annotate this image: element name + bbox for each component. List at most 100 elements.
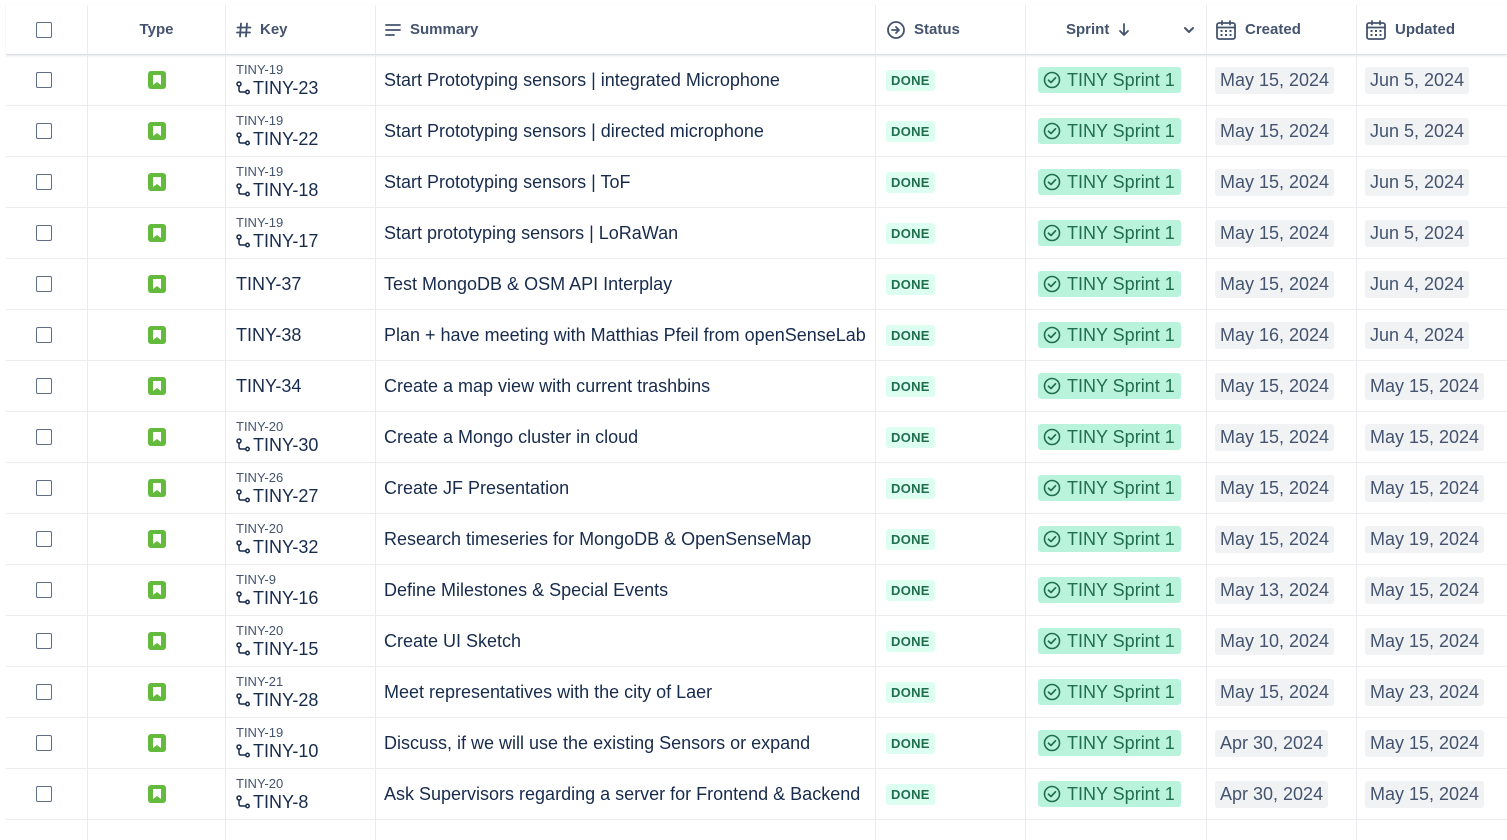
sprint-pill[interactable]: TINY Sprint 1 — [1038, 781, 1181, 807]
status-cell[interactable]: DONE — [876, 259, 1026, 309]
status-lozenge[interactable]: DONE — [886, 630, 935, 652]
table-row[interactable]: TINY-19 TINY-17 Start prototyping sensors … — [6, 208, 1507, 259]
table-row[interactable]: TINY-37 Test MongoDB & OSM API Interplay D… — [6, 259, 1507, 310]
parent-key-link[interactable]: TINY-20 — [236, 624, 318, 637]
sprint-pill[interactable]: TINY Sprint 1 — [1038, 67, 1181, 93]
status-cell[interactable]: DONE — [876, 412, 1026, 462]
parent-key-link[interactable]: TINY-19 — [236, 726, 318, 739]
parent-key-link[interactable]: TINY-19 — [236, 63, 318, 76]
row-checkbox[interactable] — [35, 174, 52, 190]
status-lozenge[interactable]: DONE — [886, 783, 935, 805]
row-checkbox[interactable] — [35, 72, 52, 88]
status-cell[interactable]: DONE — [876, 667, 1026, 717]
summary-text[interactable]: Create a map view with current trashbins — [384, 376, 710, 397]
summary-cell[interactable]: Define Milestones & Special Events — [376, 565, 876, 615]
summary-text[interactable]: Plan + have meeting with Matthias Pfeil … — [384, 325, 866, 346]
sprint-cell[interactable]: TINY Sprint 1 — [1026, 55, 1207, 105]
sprint-pill[interactable]: TINY Sprint 1 — [1038, 475, 1181, 501]
sprint-pill[interactable]: TINY Sprint 1 — [1038, 628, 1181, 654]
summary-cell[interactable]: Start prototyping sensors | LoRaWan — [376, 208, 876, 258]
issue-key-link[interactable]: TINY-32 — [236, 538, 318, 556]
issue-key-link[interactable]: TINY-27 — [236, 487, 318, 505]
table-row[interactable]: TINY-19 TINY-18 Start Prototyping sensors … — [6, 157, 1507, 208]
status-cell[interactable]: DONE — [876, 55, 1026, 105]
parent-key-link[interactable]: TINY-19 — [236, 165, 318, 178]
summary-text[interactable]: Create UI Sketch — [384, 631, 521, 652]
issue-key-link[interactable]: TINY-30 — [236, 436, 318, 454]
issue-key-link[interactable]: TINY-22 — [236, 130, 318, 148]
sprint-pill[interactable]: TINY Sprint 1 — [1038, 220, 1181, 246]
issue-key-link[interactable]: TINY-38 — [236, 325, 301, 346]
row-checkbox[interactable] — [35, 276, 52, 292]
status-cell[interactable]: DONE — [876, 310, 1026, 360]
sprint-pill[interactable]: TINY Sprint 1 — [1038, 679, 1181, 705]
status-cell[interactable]: DONE — [876, 208, 1026, 258]
issue-key-link[interactable]: TINY-15 — [236, 640, 318, 658]
summary-cell[interactable]: Start Prototyping sensors | directed mic… — [376, 106, 876, 156]
parent-key-link[interactable]: TINY-21 — [236, 675, 318, 688]
status-cell[interactable]: DONE — [876, 514, 1026, 564]
issue-key-link[interactable]: TINY-23 — [236, 79, 318, 97]
sprint-cell[interactable]: TINY Sprint 1 — [1026, 310, 1207, 360]
status-lozenge[interactable]: DONE — [886, 69, 935, 91]
issue-key-link[interactable]: TINY-28 — [236, 691, 318, 709]
arrow-down-icon[interactable] — [1117, 22, 1131, 38]
sprint-pill[interactable]: TINY Sprint 1 — [1038, 271, 1181, 297]
row-checkbox[interactable] — [35, 327, 52, 343]
summary-text[interactable]: Test MongoDB & OSM API Interplay — [384, 274, 672, 295]
sprint-pill[interactable]: TINY Sprint 1 — [1038, 424, 1181, 450]
summary-cell[interactable]: Start Prototyping sensors | ToF — [376, 157, 876, 207]
summary-text[interactable]: Start Prototyping sensors | ToF — [384, 172, 630, 193]
sprint-cell[interactable]: TINY Sprint 1 — [1026, 157, 1207, 207]
summary-cell[interactable]: Meet representatives with the city of La… — [376, 667, 876, 717]
status-cell[interactable]: DONE — [876, 769, 1026, 819]
sprint-cell[interactable]: TINY Sprint 1 — [1026, 565, 1207, 615]
status-lozenge[interactable]: DONE — [886, 477, 935, 499]
table-row[interactable]: TINY-20 TINY-15 Create UI Sketch DONE TINY S… — [6, 616, 1507, 667]
summary-text[interactable]: Create JF Presentation — [384, 478, 569, 499]
parent-key-link[interactable]: TINY-19 — [236, 114, 318, 127]
sprint-cell[interactable]: TINY Sprint 1 — [1026, 259, 1207, 309]
row-checkbox[interactable] — [35, 786, 52, 802]
sprint-cell[interactable]: TINY Sprint 1 — [1026, 616, 1207, 666]
sprint-pill[interactable]: TINY Sprint 1 — [1038, 118, 1181, 144]
summary-text[interactable]: Ask Supervisors regarding a server for F… — [384, 784, 860, 805]
column-header-updated[interactable]: Updated — [1357, 5, 1507, 54]
row-checkbox[interactable] — [35, 735, 52, 751]
summary-cell[interactable]: Ask Supervisors regarding a server for F… — [376, 769, 876, 819]
row-checkbox[interactable] — [35, 531, 52, 547]
column-header-key[interactable]: Key — [226, 5, 376, 54]
table-row[interactable]: TINY-19 TINY-10 Discuss, if we will use th… — [6, 718, 1507, 769]
sprint-cell[interactable]: TINY Sprint 1 — [1026, 106, 1207, 156]
status-cell[interactable]: DONE — [876, 361, 1026, 411]
summary-text[interactable]: Create a Mongo cluster in cloud — [384, 427, 638, 448]
status-cell[interactable]: DONE — [876, 565, 1026, 615]
table-row[interactable]: TINY-19 TINY-22 Start Prototyping sensors … — [6, 106, 1507, 157]
column-header-status[interactable]: Status — [876, 5, 1026, 54]
row-checkbox[interactable] — [35, 429, 52, 445]
summary-cell[interactable]: Create a Mongo cluster in cloud — [376, 412, 876, 462]
sprint-pill[interactable]: TINY Sprint 1 — [1038, 577, 1181, 603]
sprint-cell[interactable]: TINY Sprint 1 — [1026, 718, 1207, 768]
issue-key-link[interactable]: TINY-37 — [236, 274, 301, 295]
table-row[interactable]: TINY-20 TINY-30 Create a Mongo cluster in … — [6, 412, 1507, 463]
status-lozenge[interactable]: DONE — [886, 426, 935, 448]
row-checkbox[interactable] — [35, 684, 52, 700]
status-lozenge[interactable]: DONE — [886, 120, 935, 142]
row-checkbox[interactable] — [35, 582, 52, 598]
issue-key-link[interactable]: TINY-16 — [236, 589, 318, 607]
summary-text[interactable]: Start Prototyping sensors | directed mic… — [384, 121, 764, 142]
column-header-sprint[interactable]: Sprint — [1026, 5, 1207, 54]
status-cell[interactable]: DONE — [876, 157, 1026, 207]
status-lozenge[interactable]: DONE — [886, 324, 935, 346]
status-lozenge[interactable]: DONE — [886, 681, 935, 703]
sprint-cell[interactable]: TINY Sprint 1 — [1026, 412, 1207, 462]
sprint-cell[interactable]: TINY Sprint 1 — [1026, 667, 1207, 717]
sprint-pill[interactable]: TINY Sprint 1 — [1038, 169, 1181, 195]
summary-text[interactable]: Discuss, if we will use the existing Sen… — [384, 733, 810, 754]
chevron-down-icon[interactable] — [1182, 23, 1196, 37]
table-row[interactable]: TINY-21 TINY-28 Meet representatives with … — [6, 667, 1507, 718]
status-cell[interactable]: DONE — [876, 718, 1026, 768]
row-checkbox[interactable] — [35, 480, 52, 496]
summary-cell[interactable]: Create JF Presentation — [376, 463, 876, 513]
